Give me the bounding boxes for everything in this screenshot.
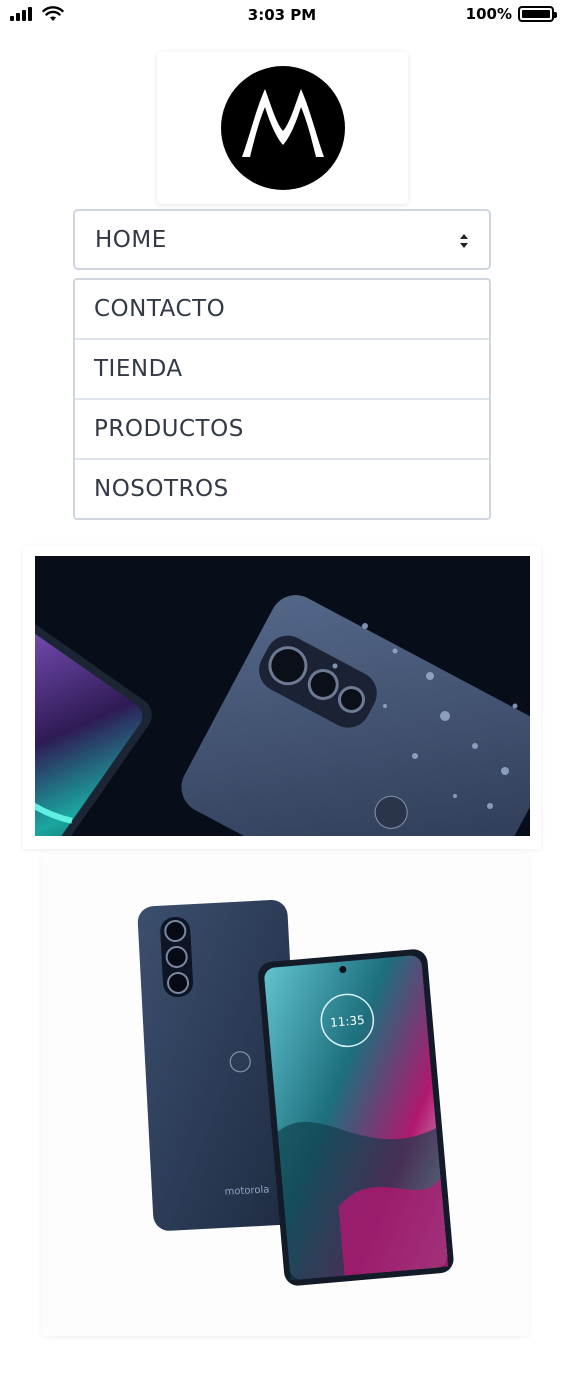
product-brand-text: motorola [224,1184,269,1197]
banner-image [35,556,530,836]
nav-option-nosotros[interactable]: NOSOTROS [75,460,489,518]
nav-options-list: CONTACTO TIENDA PRODUCTOS NOSOTROS [73,278,491,520]
battery-percent: 100% [465,5,512,23]
nav-select-value: HOME [95,226,167,253]
nav-option-tienda[interactable]: TIENDA [75,340,489,400]
nav-select[interactable]: HOME [73,209,491,270]
product-image: motorola 11:35 [137,899,454,1286]
battery-fill [522,10,550,18]
status-right: 100% [465,5,557,23]
brand-logo-card[interactable] [157,52,408,204]
battery-icon [518,6,557,22]
motorola-logo-icon [220,66,345,190]
status-bar: 3:03 PM 100% [0,0,564,32]
banner-card [23,546,541,849]
select-arrows-icon [460,234,468,248]
product-card[interactable]: motorola 11:35 [42,855,529,1336]
nav-option-productos[interactable]: PRODUCTOS [75,400,489,460]
nav-option-contacto[interactable]: CONTACTO [75,280,489,340]
